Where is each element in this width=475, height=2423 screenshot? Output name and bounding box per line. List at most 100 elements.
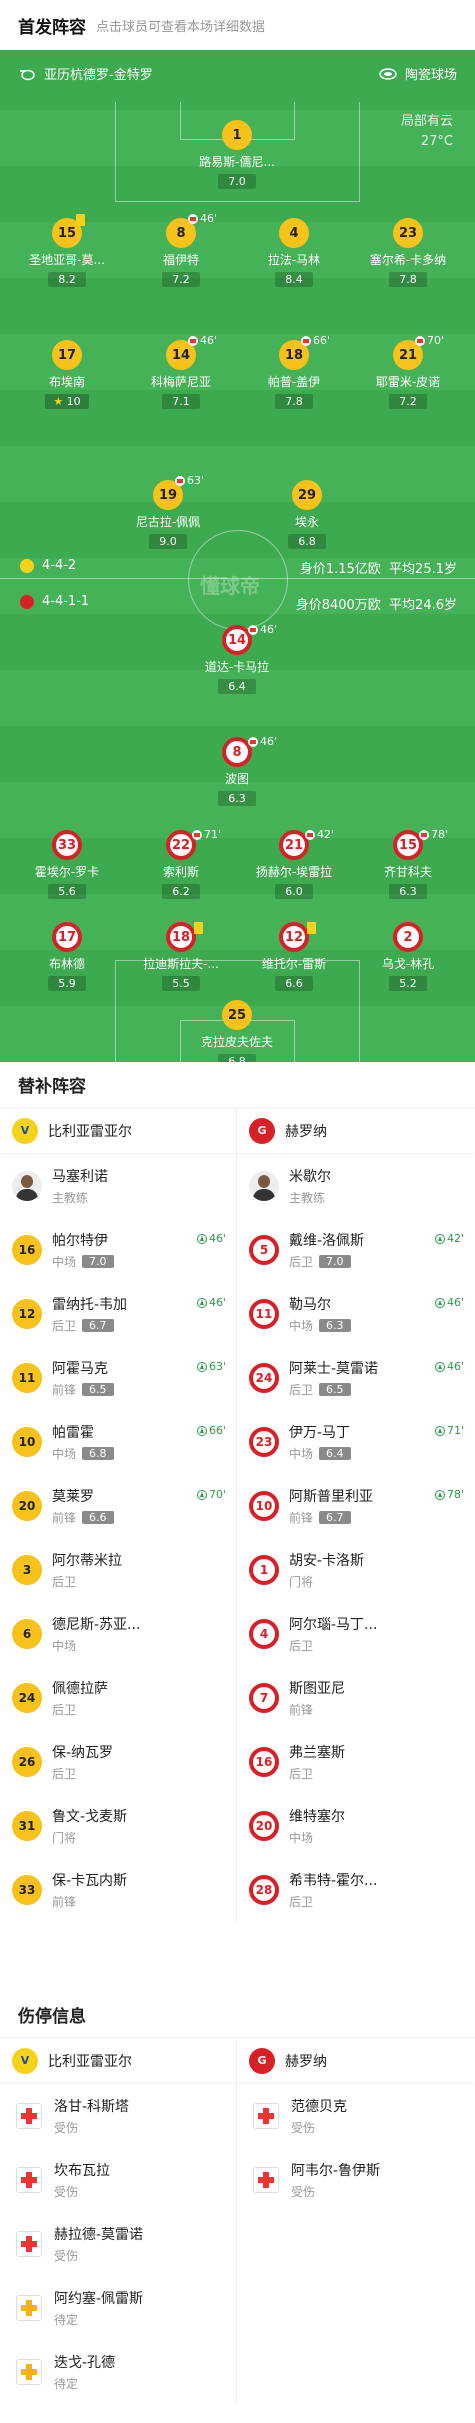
sub-player-row[interactable]: 24 阿莱士-莫雷诺 后卫 6.5 46' [237, 1346, 474, 1410]
injury-row[interactable]: 阿约塞-佩雷斯 待定 [0, 2276, 236, 2340]
player-number: 33 [52, 830, 82, 860]
player-rating: 7.8 [275, 394, 313, 409]
sub-player-number: 26 [12, 1747, 42, 1777]
subs-away-team[interactable]: G 赫罗纳 [237, 1108, 474, 1154]
injury-away-team[interactable]: G 赫罗纳 [237, 2038, 474, 2084]
sub-player-row[interactable]: 28 希韦特-霍尔... 后卫 [237, 1858, 474, 1922]
sub-player-row[interactable]: 20 莫莱罗 前锋 6.6 70' [0, 1474, 236, 1538]
injury-row[interactable]: 迭戈-孔德 待定 [0, 2340, 236, 2404]
sub-off-icon [415, 335, 425, 346]
injury-row[interactable]: 洛甘-科斯塔 受伤 [0, 2084, 236, 2148]
sub-player-row[interactable]: 26 保-纳瓦罗 后卫 [0, 1730, 236, 1794]
player-8[interactable]: 21 70' 耶雷米-皮诺 7.2 [353, 334, 463, 409]
player-5[interactable]: 17 布埃南 ★ 10 [12, 340, 122, 409]
player-19[interactable]: 12 维托尔-雷斯 6.6 [239, 922, 349, 991]
injury-home-team[interactable]: V 比利亚雷亚尔 [0, 2038, 236, 2084]
player-15[interactable]: 21 42' 扬赫尔-埃雷拉 6.0 [239, 828, 349, 899]
player-13[interactable]: 33 霍埃尔-罗卡 5.6 [12, 830, 122, 899]
home-coach[interactable]: 马塞利诺 主教练 [0, 1154, 236, 1218]
sub-player-row[interactable]: 20 维特塞尔 中场 [237, 1794, 474, 1858]
subs-home-team[interactable]: V 比利亚雷亚尔 [0, 1108, 236, 1154]
subs-section: 替补阵容 V 比利亚雷亚尔 马塞利诺 主教练 16 帕尔特伊 中场 7.0 46' 12 雷纳… [0, 1062, 475, 1922]
player-number: 8 46' [222, 735, 277, 767]
sub-player-row[interactable]: 10 帕雷霍 中场 6.8 66' [0, 1410, 236, 1474]
sub-player-row[interactable]: 1 胡安-卡洛斯 门将 [237, 1538, 474, 1602]
subs-title: 替补阵容 [0, 1062, 475, 1108]
player-rating: 7.2 [389, 394, 427, 409]
sub-player-row[interactable]: 23 伊万-马丁 中场 6.4 71' [237, 1410, 474, 1474]
player-18[interactable]: 18 拉迪斯拉夫-... 5.5 [126, 922, 236, 991]
sub-player-row[interactable]: 33 保-卡瓦内斯 前锋 [0, 1858, 236, 1922]
player-name: 索利斯 [162, 865, 199, 879]
player-0[interactable]: 1 路易斯-儒尼... 7.0 [182, 120, 292, 189]
sub-player-rating: 6.7 [82, 1319, 114, 1332]
sub-player-row[interactable]: 3 阿尔蒂米拉 后卫 [0, 1538, 236, 1602]
away-badge-icon [20, 594, 34, 609]
sub-player-number: 10 [249, 1491, 279, 1521]
player-3[interactable]: 4 拉法-马林 8.4 [239, 218, 349, 287]
player-number: 29 [292, 480, 322, 510]
coach-avatar [249, 1171, 279, 1201]
player-6[interactable]: 14 46' 科梅萨尼亚 7.1 [126, 334, 236, 409]
sub-player-number: 28 [249, 1875, 279, 1905]
sub-player-position: 后卫 [52, 1319, 77, 1333]
sub-player-row[interactable]: 7 斯图亚尼 前锋 [237, 1666, 474, 1730]
player-21[interactable]: 25 克拉皮夫佐夫 6.8 [182, 1000, 292, 1062]
injury-row[interactable]: 赫拉德-莫雷诺 受伤 [0, 2212, 236, 2276]
player-number: 15 [52, 214, 85, 248]
substitution-event: 70' [415, 334, 444, 347]
sub-player-name: 雷纳托-韦加 [52, 1297, 128, 1313]
sub-player-name: 希韦特-霍尔... [289, 1873, 378, 1889]
star-icon: ★ [53, 395, 67, 408]
sub-player-name: 阿斯普里利亚 [289, 1489, 373, 1505]
sub-player-number: 24 [249, 1363, 279, 1393]
sub-player-position: 中场 [52, 1447, 77, 1461]
injury-row[interactable]: 坎布瓦拉 受伤 [0, 2148, 236, 2212]
player-rating: 8.4 [275, 272, 313, 287]
away-coach[interactable]: 米歇尔 主教练 [237, 1154, 474, 1218]
player-7[interactable]: 18 66' 帕普-盖伊 7.8 [239, 334, 349, 409]
sub-player-row[interactable]: 11 勒马尔 中场 6.3 46' [237, 1282, 474, 1346]
sub-off-icon [419, 829, 429, 840]
sub-player-rating: 6.6 [82, 1511, 114, 1524]
player-20[interactable]: 2 乌戈-林孔 5.2 [353, 922, 463, 991]
player-name: 耶雷米-皮诺 [375, 375, 441, 389]
sub-player-row[interactable]: 4 阿尔瑙-马丁... 后卫 [237, 1602, 474, 1666]
player-12[interactable]: 8 46' 波图 6.3 [182, 735, 292, 806]
sub-player-name: 保-卡瓦内斯 [52, 1873, 128, 1889]
sub-on-event: 46' [434, 1296, 464, 1309]
player-9[interactable]: 19 63' 尼古拉-佩佩 9.0 [113, 474, 223, 549]
player-number: 23 [393, 218, 423, 248]
injury-status: 受伤 [291, 2185, 316, 2199]
player-11[interactable]: 14 46' 道达-卡马拉 6.4 [182, 623, 292, 694]
player-number: 12 [279, 922, 316, 952]
sub-player-row[interactable]: 11 阿霍马克 前锋 6.5 63' [0, 1346, 236, 1410]
sub-player-row[interactable]: 12 雷纳托-韦加 后卫 6.7 46' [0, 1282, 236, 1346]
injury-status: 待定 [54, 2377, 79, 2391]
injury-row[interactable]: 阿韦尔-鲁伊斯 受伤 [237, 2148, 474, 2212]
player-14[interactable]: 22 71' 索利斯 6.2 [126, 828, 236, 899]
player-name: 圣地亚哥-莫... [29, 253, 105, 267]
sub-player-row[interactable]: 24 佩德拉萨 后卫 [0, 1666, 236, 1730]
home-value: 身价1.15亿欧 平均25.1岁 [299, 562, 457, 577]
sub-player-name: 斯图亚尼 [289, 1681, 345, 1697]
sub-player-row[interactable]: 5 戴维-洛佩斯 后卫 7.0 42' [237, 1218, 474, 1282]
sub-on-event: 63' [196, 1360, 226, 1373]
sub-player-position: 门将 [52, 1831, 77, 1845]
sub-player-row[interactable]: 16 弗兰塞斯 后卫 [237, 1730, 474, 1794]
player-17[interactable]: 17 布林德 5.9 [12, 922, 122, 991]
player-16[interactable]: 15 78' 齐甘科夫 6.3 [353, 828, 463, 899]
player-2[interactable]: 8 46' 福伊特 7.2 [126, 212, 236, 287]
sub-on-icon [434, 1489, 445, 1500]
player-number: 1 [222, 120, 252, 150]
player-1[interactable]: 15 圣地亚哥-莫... 8.2 [12, 214, 122, 287]
player-10[interactable]: 29 埃永 6.8 [252, 480, 362, 549]
injury-row[interactable]: 范德贝克 受伤 [237, 2084, 474, 2148]
sub-player-row[interactable]: 16 帕尔特伊 中场 7.0 46' [0, 1218, 236, 1282]
girona-logo-icon: G [249, 1117, 275, 1144]
player-4[interactable]: 23 塞尔希-卡多纳 7.8 [353, 218, 463, 287]
sub-player-row[interactable]: 10 阿斯普里利亚 前锋 6.7 78' [237, 1474, 474, 1538]
sub-player-number: 6 [12, 1619, 42, 1649]
sub-player-row[interactable]: 6 德尼斯-苏亚... 中场 [0, 1602, 236, 1666]
sub-player-row[interactable]: 31 鲁文-戈麦斯 门将 [0, 1794, 236, 1858]
